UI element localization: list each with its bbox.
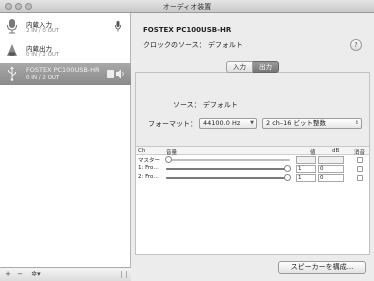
channel-format-value: 2 ch–16 ビット整数 [266,119,326,127]
channel-label: 1: Fro… [138,165,159,171]
add-device-button[interactable]: + [3,270,13,280]
device-item-fostex[interactable]: FOSTEX PC100USB-HR 0 IN / 2 OUT [0,63,131,85]
col-header-ch: Ch [138,148,146,154]
volume-slider-knob[interactable] [284,165,291,172]
device-item-builtin-output[interactable]: 内蔵出力 0 IN / 2 OUT [0,40,131,62]
db-field[interactable]: 0 [318,174,344,182]
volume-slider[interactable] [166,165,291,172]
volume-slider[interactable] [166,174,291,181]
value-field[interactable] [296,156,316,164]
mute-checkbox[interactable] [357,175,363,181]
db-field[interactable] [318,156,344,164]
window-title: オーディオ装置 [162,3,212,11]
channel-volume-table: Ch 音量 値 dB 消音 マスター 1: Fro… 1 0 2: Fro… 1… [136,146,369,182]
value-field[interactable]: 1 [296,174,316,182]
sample-rate-select[interactable]: 44100.0 Hz ▼ [199,118,257,129]
volume-slider[interactable] [165,156,290,163]
output-panel: ソース： デフォルト フォーマット： 44100.0 Hz ▼ 2 ch–16 … [135,72,370,255]
table-row: マスター [136,155,369,164]
mute-checkbox[interactable] [357,166,363,172]
help-button[interactable]: ? [350,39,362,51]
mute-checkbox[interactable] [357,157,363,163]
device-io: 0 IN / 2 OUT [26,75,60,81]
source-label: ソース： デフォルト [173,101,238,109]
volume-slider-knob[interactable] [165,156,172,163]
resize-handle[interactable] [121,271,127,278]
microphone-icon [7,19,17,34]
device-io: 2 IN / 0 OUT [26,28,60,34]
format-label: フォーマット： [148,120,197,128]
table-header: Ch 音量 値 dB 消音 [136,146,369,156]
channel-format-select[interactable]: 2 ch–16 ビット整数 ⇕ [262,118,362,129]
device-item-builtin-input[interactable]: 内蔵入力 2 IN / 0 OUT [0,16,131,38]
channel-label: マスター [138,158,161,164]
sample-rate-value: 44100.0 Hz [203,119,241,127]
device-name: FOSTEX PC100USB-HR [26,66,100,74]
title-bar: オーディオ装置 [0,0,374,13]
value-field[interactable]: 1 [296,165,316,173]
table-row: 1: Fro… 1 0 [136,164,369,173]
tab-input[interactable]: 入力 [226,61,253,73]
device-list-footer: + − ✲▾ [0,267,131,281]
usb-icon [8,66,16,81]
col-header-db: dB [332,148,340,154]
device-io: 0 IN / 2 OUT [26,52,60,58]
configure-speakers-button[interactable]: スピーカーを構成... [278,261,366,274]
db-field[interactable]: 0 [318,165,344,173]
format-section: ソース： デフォルト フォーマット： 44100.0 Hz ▼ 2 ch–16 … [136,73,369,146]
device-header: FOSTEX PC100USB-HR クロックのソース： デフォルト ? [131,13,374,61]
volume-slider-fill [166,168,290,170]
up-down-arrows-icon: ⇕ [354,120,359,126]
default-output-speaker-icon [107,69,124,79]
chevron-down-icon: ▼ [250,120,254,126]
volume-slider-knob[interactable] [284,174,291,181]
device-title: FOSTEX PC100USB-HR [143,26,232,34]
speaker-icon [7,44,17,56]
channel-label: 2: Fro… [138,174,159,180]
default-input-mic-icon [115,21,121,32]
tab-output[interactable]: 出力 [253,61,279,73]
table-row: 2: Fro… 1 0 [136,173,369,182]
device-list: 内蔵入力 2 IN / 0 OUT 内蔵出力 0 IN / 2 OUT FOST… [0,13,131,281]
clock-source-label: クロックのソース： デフォルト [143,41,243,49]
volume-slider-fill [166,177,290,179]
remove-device-button[interactable]: − [15,270,25,280]
gear-menu-button[interactable]: ✲▾ [28,270,44,280]
device-detail-pane: FOSTEX PC100USB-HR クロックのソース： デフォルト ? 入力 … [131,13,374,281]
io-tab-control: 入力 出力 [226,61,279,73]
